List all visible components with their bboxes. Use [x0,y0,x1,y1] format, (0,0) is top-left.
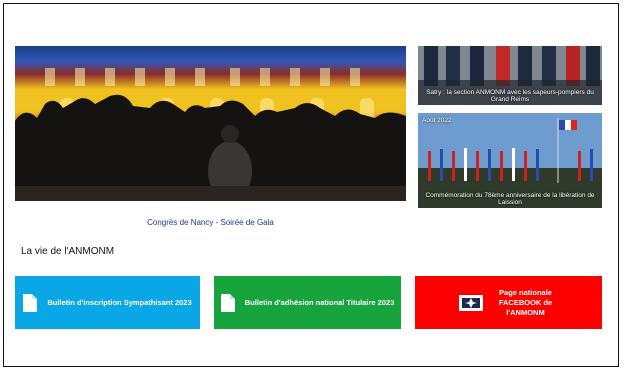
document-icon [220,293,235,312]
bulletin-titulaire-button[interactable]: Bulletin d'adhésion national Titulaire 2… [214,276,401,329]
bulletin-titulaire-label: Bulletin d'adhésion national Titulaire 2… [244,297,395,307]
medal-emblem-icon [458,294,483,311]
news-card-1[interactable]: Satry : la section ANMONM avec les sapeu… [418,46,602,105]
news-date-2: Août 2022 [422,117,452,124]
section-heading: La vie de l'ANMONM [21,246,115,257]
news-card-2[interactable]: Août 2022 Commémoration du 78ème anniver… [418,113,602,208]
document-icon [23,293,38,312]
hero-scene-illustration [15,68,406,201]
facebook-page-label: Page nationale FACEBOOK de l'ANMONM [498,287,553,317]
bulletin-sympathisant-button[interactable]: Bulletin d'inscription Sympathisant 2023 [15,276,200,329]
bulletin-sympathisant-label: Bulletin d'inscription Sympathisant 2023 [47,297,192,307]
hero-caption-link[interactable]: Congrès de Nancy - Soirée de Gala [15,218,406,227]
hero-carousel-image[interactable] [15,46,406,201]
facebook-page-button[interactable]: Page nationale FACEBOOK de l'ANMONM [415,276,602,329]
news-caption-1: Satry : la section ANMONM avec les sapeu… [426,89,594,103]
news-caption-2: Commémoration du 78ème anniversaire de l… [425,192,595,206]
